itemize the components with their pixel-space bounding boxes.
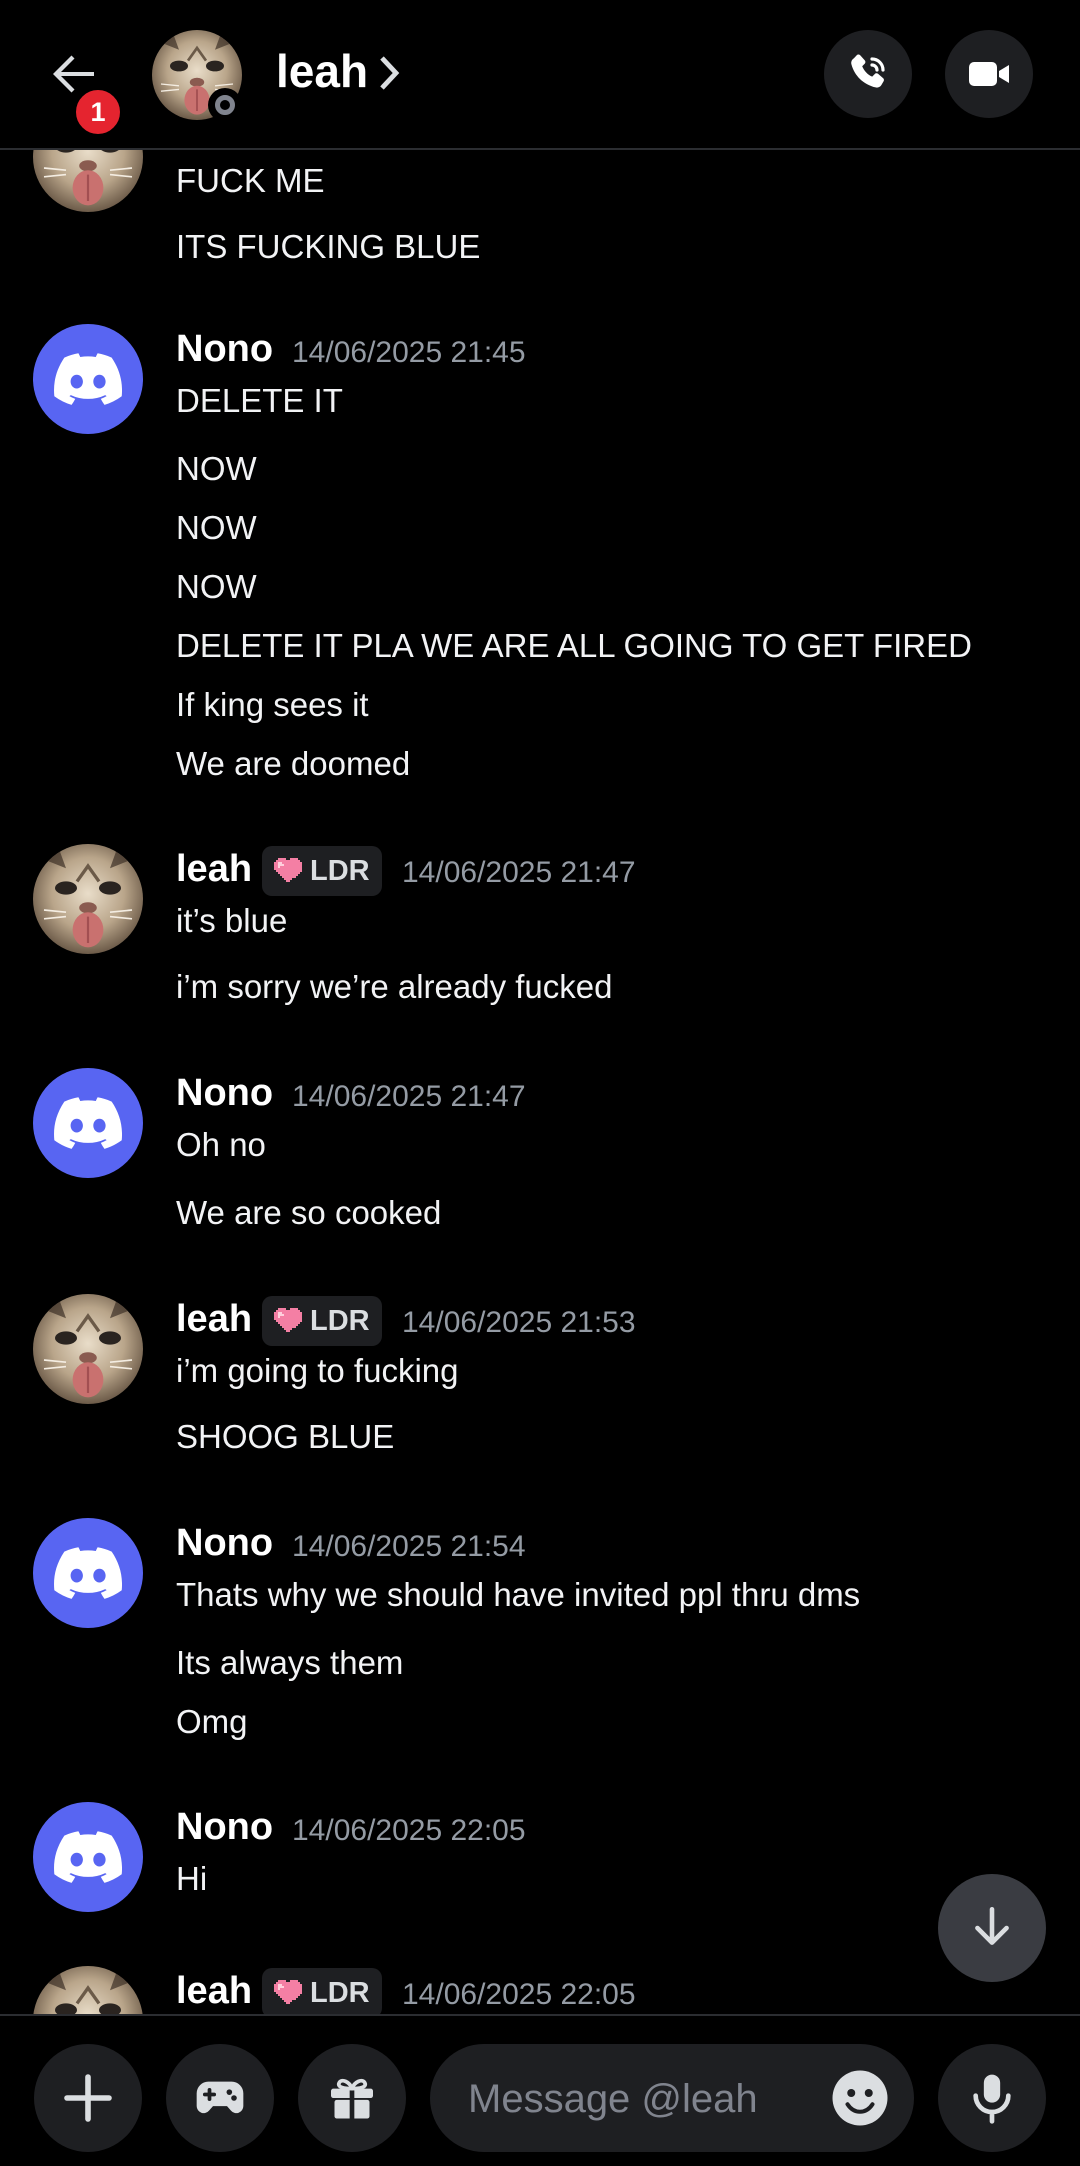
heart-icon bbox=[274, 1980, 302, 2006]
message-text: ITS FUCKING BLUE bbox=[176, 228, 481, 265]
message-timestamp: 14/06/2025 22:05 bbox=[402, 1978, 636, 2011]
avatar[interactable] bbox=[33, 1966, 143, 2014]
avatar[interactable] bbox=[33, 150, 143, 212]
plus-icon bbox=[64, 2074, 112, 2122]
gift-icon bbox=[331, 2078, 373, 2119]
jump-to-latest-button[interactable] bbox=[938, 1874, 1046, 1982]
message-text: Thats why we should have invited ppl thr… bbox=[176, 1576, 861, 1613]
avatar[interactable] bbox=[33, 844, 143, 954]
avatar[interactable] bbox=[33, 1294, 143, 1404]
message-text: DELETE IT bbox=[176, 382, 343, 419]
message-input[interactable] bbox=[466, 2068, 810, 2130]
message-text: We are so cooked bbox=[176, 1194, 442, 1231]
offline-status-icon bbox=[208, 88, 242, 122]
server-tag[interactable]: LDR bbox=[262, 846, 382, 896]
recipient-name[interactable]: leah bbox=[276, 44, 368, 98]
message-author[interactable]: Nono bbox=[176, 1806, 273, 1849]
message-list[interactable]: FUCK ME ITS FUCKING BLUE Nono 14/06/2025… bbox=[0, 150, 1080, 2014]
message-author[interactable]: leah bbox=[176, 1970, 252, 2013]
message-text: We are doomed bbox=[176, 745, 411, 782]
discord-logo-icon bbox=[54, 1547, 122, 1599]
message-timestamp: 14/06/2025 21:54 bbox=[292, 1530, 526, 1563]
gift-button[interactable] bbox=[298, 2044, 406, 2152]
phone-icon bbox=[851, 54, 885, 88]
discord-logo-icon bbox=[54, 1097, 122, 1149]
chat-header: 1 leah bbox=[0, 0, 1080, 150]
video-call-button[interactable] bbox=[945, 30, 1033, 118]
message-author[interactable]: Nono bbox=[176, 1072, 273, 1115]
message-author[interactable]: leah bbox=[176, 1298, 252, 1341]
message-text: it’s blue bbox=[176, 902, 288, 939]
heart-icon bbox=[274, 858, 302, 884]
avatar[interactable] bbox=[33, 1802, 143, 1912]
avatar[interactable] bbox=[33, 1518, 143, 1628]
message-timestamp: 14/06/2025 21:45 bbox=[292, 336, 526, 369]
apps-button[interactable] bbox=[166, 2044, 274, 2152]
message-author[interactable]: leah bbox=[176, 848, 252, 891]
message-text: Oh no bbox=[176, 1126, 266, 1163]
message-text: NOW bbox=[176, 509, 257, 546]
emoji-icon[interactable] bbox=[830, 2068, 890, 2128]
server-tag[interactable]: LDR bbox=[262, 1968, 382, 2014]
message-text: NOW bbox=[176, 568, 257, 605]
message-text: DELETE IT PLA WE ARE ALL GOING TO GET FI… bbox=[176, 627, 972, 664]
message-timestamp: 14/06/2025 22:05 bbox=[292, 1814, 526, 1847]
voice-call-button[interactable] bbox=[824, 30, 912, 118]
message-input-container[interactable] bbox=[430, 2044, 914, 2152]
message-timestamp: 14/06/2025 21:53 bbox=[402, 1306, 636, 1339]
microphone-icon bbox=[973, 2074, 1011, 2124]
voice-message-button[interactable] bbox=[938, 2044, 1046, 2152]
chevron-right-icon[interactable] bbox=[378, 54, 400, 92]
discord-logo-icon bbox=[54, 1831, 122, 1883]
add-attachment-button[interactable] bbox=[34, 2044, 142, 2152]
message-author[interactable]: Nono bbox=[176, 1522, 273, 1565]
message-text: Omg bbox=[176, 1703, 248, 1740]
message-text: SHOOG BLUE bbox=[176, 1418, 395, 1455]
arrow-down-icon bbox=[975, 1906, 1009, 1945]
discord-logo-icon bbox=[54, 353, 122, 405]
avatar[interactable] bbox=[33, 324, 143, 434]
video-camera-icon bbox=[969, 62, 1009, 86]
message-text: Hi bbox=[176, 1860, 208, 1897]
message-timestamp: 14/06/2025 21:47 bbox=[402, 856, 636, 889]
server-tag[interactable]: LDR bbox=[262, 1296, 382, 1346]
message-text: i’m sorry we’re already fucked bbox=[176, 968, 613, 1005]
notification-badge: 1 bbox=[72, 86, 124, 138]
message-timestamp: 14/06/2025 21:47 bbox=[292, 1080, 526, 1113]
message-text: i’m going to fucking bbox=[176, 1352, 459, 1389]
avatar[interactable] bbox=[33, 1068, 143, 1178]
gamepad-icon bbox=[196, 2081, 244, 2114]
message-text: FUCK ME bbox=[176, 162, 325, 199]
message-composer bbox=[0, 2014, 1080, 2166]
heart-icon bbox=[274, 1308, 302, 1334]
message-author[interactable]: Nono bbox=[176, 328, 273, 371]
message-text: If king sees it bbox=[176, 686, 369, 723]
message-text: NOW bbox=[176, 450, 257, 487]
message-text: Its always them bbox=[176, 1644, 404, 1681]
